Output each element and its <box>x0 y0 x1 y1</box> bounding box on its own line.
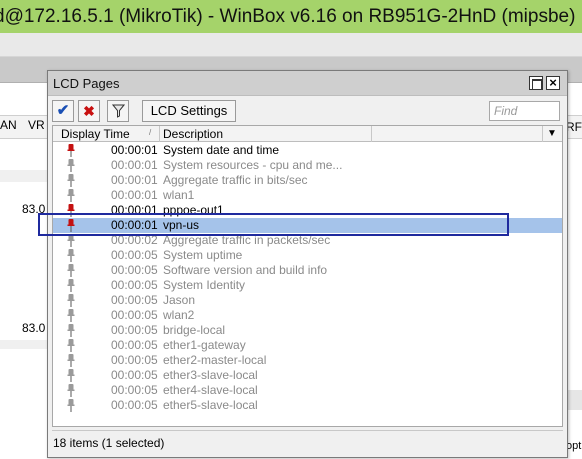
find-input[interactable] <box>489 101 560 121</box>
pin-icon <box>67 174 75 187</box>
description-cell: bridge-local <box>163 323 226 337</box>
pin-icon <box>67 369 75 382</box>
bg-column-rf: RF <box>566 120 582 134</box>
table-row[interactable]: 00:00:05 bridge-local <box>53 323 562 338</box>
display-time-cell: 00:00:05 <box>111 293 158 307</box>
column-header-display-time[interactable]: Display Time <box>61 127 130 142</box>
display-time-cell: 00:00:01 <box>111 188 158 202</box>
description-cell: Aggregate traffic in bits/sec <box>163 173 308 187</box>
table-row[interactable]: 00:00:05 System Identity <box>53 278 562 293</box>
bg-column-vr: VR <box>28 118 45 132</box>
disable-button[interactable]: ✖ <box>78 100 100 122</box>
description-cell: Jason <box>163 293 196 307</box>
lcd-pages-window: LCD Pages × ✔ ✖ LCD Settings Display Tim… <box>47 70 568 458</box>
pin-icon <box>67 309 75 322</box>
lcd-settings-button[interactable]: LCD Settings <box>142 100 236 122</box>
display-time-cell: 00:00:01 <box>111 158 158 172</box>
window-title: LCD Pages <box>53 76 120 91</box>
display-time-cell: 00:00:05 <box>111 353 158 367</box>
pin-icon <box>67 279 75 292</box>
table-row[interactable]: 00:00:05 wlan2 <box>53 308 562 323</box>
sort-indicator-icon: / <box>149 128 152 137</box>
description-cell: wlan1 <box>163 188 195 202</box>
description-cell: System resources - cpu and me... <box>163 158 343 172</box>
description-cell: ether3-slave-local <box>163 368 258 382</box>
column-divider[interactable] <box>159 126 160 142</box>
main-toolbar <box>0 33 582 57</box>
maximize-button[interactable] <box>529 76 543 90</box>
check-icon: ✔ <box>56 102 70 119</box>
lcd-pages-table: Display Time / Description ▼ 00:00:01 Sys… <box>52 125 563 427</box>
bg-row-band <box>0 340 50 349</box>
table-row[interactable]: 00:00:05 ether1-gateway <box>53 338 562 353</box>
toolbar: ✔ ✖ LCD Settings <box>48 97 567 125</box>
enable-button[interactable]: ✔ <box>52 100 74 122</box>
bg-right-band <box>566 390 582 410</box>
main-window-title: d@172.16.5.1 (MikroTik) - WinBox v6.16 o… <box>0 0 582 33</box>
pin-icon <box>67 144 75 157</box>
table-row[interactable]: 00:00:01 wlan1 <box>53 188 562 203</box>
table-header: Display Time / Description ▼ <box>53 126 562 142</box>
table-body: 00:00:01 System date and time 00:00:01 Syst… <box>53 143 562 413</box>
bg-bottom-label: opt <box>566 440 582 452</box>
display-time-cell: 00:00:05 <box>111 398 158 412</box>
description-cell: ether1-gateway <box>163 338 246 352</box>
pin-icon <box>67 159 75 172</box>
table-row[interactable]: 00:00:05 ether3-slave-local <box>53 368 562 383</box>
table-row[interactable]: 00:00:01 System resources - cpu and me... <box>53 158 562 173</box>
description-cell: System date and time <box>163 143 280 157</box>
display-time-cell: 00:00:05 <box>111 383 158 397</box>
table-row[interactable]: 00:00:05 Software version and build info <box>53 263 562 278</box>
close-button[interactable]: × <box>546 76 560 90</box>
pin-icon <box>67 249 75 262</box>
column-chooser-dropdown[interactable]: ▼ <box>542 126 561 142</box>
description-cell: ether4-slave-local <box>163 383 258 397</box>
description-cell: wlan2 <box>163 308 195 322</box>
display-time-cell: 00:00:01 <box>111 173 158 187</box>
display-time-cell: 00:00:05 <box>111 278 158 292</box>
display-time-cell: 00:00:05 <box>111 248 158 262</box>
display-time-cell: 00:00:05 <box>111 368 158 382</box>
description-cell: System Identity <box>163 278 246 292</box>
filter-icon <box>112 104 125 118</box>
display-time-cell: 00:00:05 <box>111 323 158 337</box>
display-time-cell: 00:00:01 <box>111 143 158 157</box>
table-row[interactable]: 00:00:05 ether2-master-local <box>53 353 562 368</box>
pin-icon <box>67 354 75 367</box>
table-row[interactable]: 00:00:05 ether5-slave-local <box>53 398 562 413</box>
table-row[interactable]: 00:00:05 ether4-slave-local <box>53 383 562 398</box>
pin-icon <box>67 294 75 307</box>
table-row[interactable]: 00:00:05 Jason <box>53 293 562 308</box>
description-cell: ether2-master-local <box>163 353 267 367</box>
pin-icon <box>67 189 75 202</box>
display-time-cell: 00:00:05 <box>111 308 158 322</box>
description-cell: Software version and build info <box>163 263 328 277</box>
display-time-cell: 00:00:05 <box>111 338 158 352</box>
column-divider[interactable] <box>371 126 372 142</box>
table-row[interactable]: 00:00:01 System date and time <box>53 143 562 158</box>
description-cell: ether5-slave-local <box>163 398 258 412</box>
bg-row-band <box>0 170 50 182</box>
chevron-down-icon: ▼ <box>547 128 557 139</box>
pin-icon <box>67 264 75 277</box>
display-time-cell: 00:00:05 <box>111 263 158 277</box>
pin-icon <box>67 399 75 412</box>
x-icon: ✖ <box>83 103 95 119</box>
description-cell: System uptime <box>163 248 243 262</box>
pin-icon <box>67 384 75 397</box>
status-bar: 18 items (1 selected) <box>52 430 563 455</box>
column-header-description[interactable]: Description <box>163 127 223 142</box>
selection-highlight-outline <box>38 213 509 236</box>
window-title-bar[interactable]: LCD Pages × <box>48 71 567 96</box>
table-row[interactable]: 00:00:01 Aggregate traffic in bits/sec <box>53 173 562 188</box>
bg-value: 83.0 <box>22 321 46 335</box>
table-row[interactable]: 00:00:05 System uptime <box>53 248 562 263</box>
pin-icon <box>67 339 75 352</box>
pin-icon <box>67 324 75 337</box>
bg-column-an: AN <box>0 118 17 132</box>
filter-button[interactable] <box>107 100 129 122</box>
